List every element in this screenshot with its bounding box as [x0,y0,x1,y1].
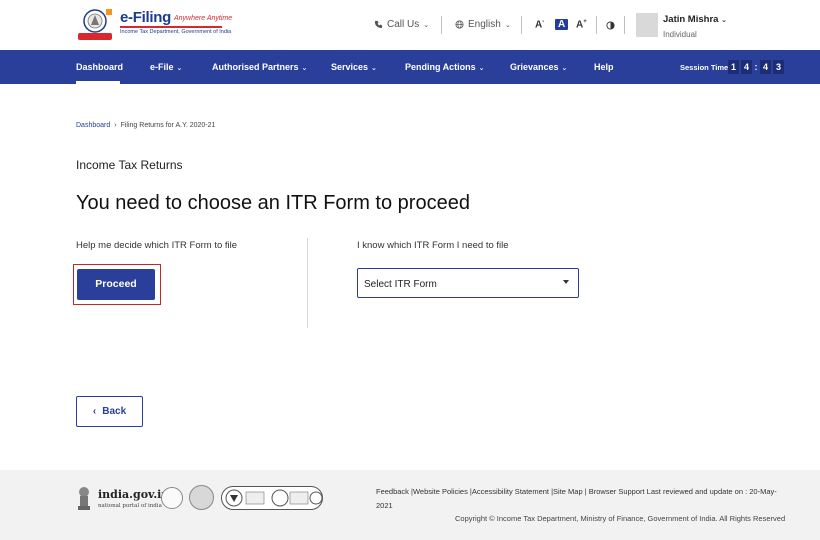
nav-dashboard[interactable]: Dashboard [76,62,123,72]
chevron-down-icon: ⌄ [561,65,568,72]
user-name: Jatin Mishra [663,14,719,25]
india-gov-subtitle: national portal of india [98,503,162,509]
language-dropdown[interactable]: English ⌄ [455,19,511,30]
itr-form-select[interactable]: Select ITR Form [357,268,579,298]
avatar[interactable] [636,13,658,37]
contrast-icon[interactable] [606,21,615,30]
iso-badges-icon [225,489,323,507]
session-colon: : [754,62,758,72]
india-gov-title[interactable]: india.gov.in [98,488,169,501]
logo-title: e-Filing [120,9,171,26]
iso-certification-badges-icon [221,486,323,510]
breadcrumb: Dashboard › Filing Returns for A.Y. 2020… [76,122,215,129]
chevron-down-icon: ⌄ [176,65,183,72]
font-increase-button[interactable]: A+ [576,19,587,30]
emblem-icon [78,9,112,40]
nav-grievances[interactable]: Grievances ⌄ [510,62,567,72]
chevron-down-icon: ⌄ [504,21,511,29]
nav-e-file-label: e-File [150,62,174,72]
session-time-label: Session Time [680,63,729,72]
header-divider [624,16,625,34]
logo-underline [120,26,222,28]
efiling-logo[interactable]: e-Filing Anywhere Anytime Income Tax Dep… [76,7,232,43]
session-digit: 4 [741,60,752,74]
nav-active-indicator [76,81,120,84]
nav-authorised-partners-label: Authorised Partners [212,62,299,72]
entrust-seal-icon [189,485,214,510]
session-digit: 3 [773,60,784,74]
nav-grievances-label: Grievances [510,62,559,72]
footer: india.gov.in national portal of india Fe… [0,470,820,540]
phone-icon [374,20,383,29]
call-us-label: Call Us [387,19,420,30]
chevron-left-icon: ‹ [92,406,97,417]
nav-dashboard-label: Dashboard [76,62,124,72]
nav-help-label: Help [594,62,614,72]
breadcrumb-current: Filing Returns for A.Y. 2020-21 [120,122,216,129]
logo-subtitle: Income Tax Department, Government of Ind… [120,29,232,35]
nav-e-file[interactable]: e-File ⌄ [150,62,182,72]
proceed-button[interactable]: Proceed [77,269,155,300]
header-divider [521,16,522,34]
user-menu[interactable]: Jatin Mishra ⌄ [663,14,727,25]
breadcrumb-separator: › [114,122,117,129]
column-divider [307,238,308,328]
call-us-dropdown[interactable]: Call Us ⌄ [374,19,429,30]
page-title: You need to choose an ITR Form to procee… [76,192,470,214]
session-digit: 4 [760,60,771,74]
font-normal-button[interactable]: A [555,19,569,30]
nav-services-label: Services [331,62,369,72]
footer-copyright: Copyright © Income Tax Department, Minis… [455,514,786,523]
national-emblem-icon [78,487,90,510]
top-header: e-Filing Anywhere Anytime Income Tax Dep… [0,0,820,50]
nav-help[interactable]: Help [594,62,614,72]
user-role: Individual [663,30,697,39]
logo-tagline: Anywhere Anytime [174,15,233,22]
language-label: English [468,19,501,30]
breadcrumb-dashboard[interactable]: Dashboard [76,122,110,129]
chevron-down-icon: ⌄ [301,65,308,72]
chevron-down-icon: ⌄ [478,65,485,72]
header-divider [596,16,597,34]
header-divider [441,16,442,34]
globe-icon [455,20,464,29]
help-decide-label: Help me decide which ITR Form to file [76,240,238,251]
section-title: Income Tax Returns [76,158,183,172]
certification-badge-icon [161,487,183,509]
caret-down-icon [563,280,569,284]
back-button-label: Back [102,406,127,417]
chevron-down-icon: ⌄ [371,65,377,72]
main-nav: Dashboard e-File ⌄ Authorised Partners ⌄ S… [0,50,820,84]
session-digit: 1 [728,60,739,74]
chevron-down-icon: ⌄ [721,17,727,24]
nav-services[interactable]: Services ⌄ [331,62,377,72]
nav-authorised-partners[interactable]: Authorised Partners ⌄ [212,62,307,72]
back-button[interactable]: ‹ Back [76,396,143,427]
footer-links[interactable]: Feedback |Website Policies |Accessibilit… [376,485,786,513]
font-decrease-button[interactable]: A- [535,19,544,30]
itr-form-select-value: Select ITR Form [364,279,437,290]
session-timer: 1 4 : 4 3 [728,60,784,74]
nav-pending-actions-label: Pending Actions [405,62,476,72]
nav-pending-actions[interactable]: Pending Actions ⌄ [405,62,485,72]
know-form-label: I know which ITR Form I need to file [357,240,509,251]
chevron-down-icon: ⌄ [423,21,430,29]
